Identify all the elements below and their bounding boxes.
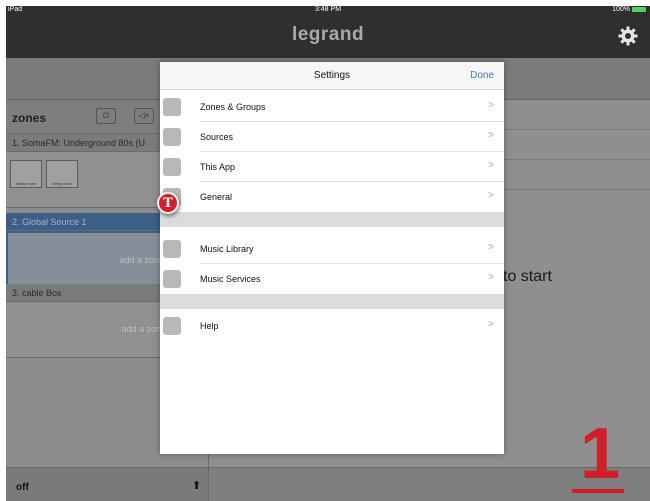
settings-item-music-library[interactable]: Music Library > bbox=[160, 234, 504, 264]
device-icon bbox=[163, 158, 181, 176]
music-note-icon bbox=[163, 240, 181, 258]
zone-label: living room bbox=[52, 181, 72, 186]
battery-indicator: 100% bbox=[612, 6, 646, 13]
sources-icon bbox=[163, 128, 181, 146]
settings-item-label: General bbox=[200, 192, 233, 202]
settings-item-label: Music Services bbox=[200, 274, 261, 284]
chevron-right-icon: > bbox=[488, 272, 494, 283]
expand-up-icon[interactable]: ⬆ bbox=[192, 479, 201, 492]
settings-item-label: Music Library bbox=[200, 244, 254, 254]
settings-item-help[interactable]: Help > bbox=[160, 311, 504, 341]
zone-tile-living-room[interactable]: living room bbox=[46, 160, 78, 188]
clock: 3:48 PM bbox=[314, 6, 342, 13]
section-gap bbox=[160, 294, 504, 309]
main-row bbox=[501, 160, 650, 190]
settings-item-label: Help bbox=[200, 321, 219, 331]
main-row bbox=[501, 100, 650, 130]
step-number: 1 bbox=[580, 414, 621, 494]
settings-item-sources[interactable]: Sources > bbox=[160, 122, 504, 152]
step-underline bbox=[572, 489, 624, 493]
power-zone-icon[interactable]: ⏻ bbox=[96, 108, 116, 124]
app-window: iPad 3:48 PM 100% legrand zones ⏻ ◁× 1. … bbox=[6, 6, 650, 501]
chevron-right-icon: > bbox=[488, 100, 494, 111]
settings-dialog: Settings Done Zones & Groups > Sources >… bbox=[160, 62, 504, 454]
chevron-right-icon: > bbox=[488, 190, 494, 201]
zones-title: zones bbox=[12, 111, 47, 125]
gear-icon[interactable] bbox=[618, 26, 638, 46]
settings-item-label: This App bbox=[200, 162, 236, 172]
section-gap bbox=[160, 212, 504, 227]
brand-logo: legrand bbox=[291, 24, 365, 45]
chevron-right-icon: > bbox=[488, 319, 494, 330]
settings-item-label: Zones & Groups bbox=[200, 102, 266, 112]
power-state-label: off bbox=[16, 482, 29, 493]
settings-header: Settings Done bbox=[160, 62, 504, 90]
status-bar: iPad 3:48 PM 100% legrand bbox=[6, 6, 650, 58]
settings-item-this-app[interactable]: This App > bbox=[160, 152, 504, 182]
mute-zone-icon[interactable]: ◁× bbox=[134, 108, 154, 124]
settings-item-general[interactable]: General > bbox=[160, 182, 504, 212]
help-icon bbox=[163, 317, 181, 335]
battery-percent: 100% bbox=[612, 6, 630, 13]
tap-marker: T bbox=[157, 192, 179, 214]
battery-icon bbox=[632, 6, 646, 12]
settings-item-zones-groups[interactable]: Zones & Groups > bbox=[160, 92, 504, 122]
zone-tile-family-room[interactable]: family room bbox=[10, 160, 42, 188]
done-button[interactable]: Done bbox=[470, 70, 494, 81]
chevron-right-icon: > bbox=[488, 130, 494, 141]
house-icon bbox=[163, 98, 181, 116]
chevron-right-icon: > bbox=[488, 160, 494, 171]
main-row bbox=[501, 130, 650, 160]
zone-label: family room bbox=[15, 181, 37, 186]
chevron-right-icon: > bbox=[488, 242, 494, 253]
settings-title: Settings bbox=[313, 70, 351, 81]
cloud-icon bbox=[163, 270, 181, 288]
start-hint: to start bbox=[503, 268, 552, 285]
settings-item-label: Sources bbox=[200, 132, 234, 142]
settings-item-music-services[interactable]: Music Services > bbox=[160, 264, 504, 294]
sidebar-footer: off ⬆ bbox=[6, 467, 208, 501]
